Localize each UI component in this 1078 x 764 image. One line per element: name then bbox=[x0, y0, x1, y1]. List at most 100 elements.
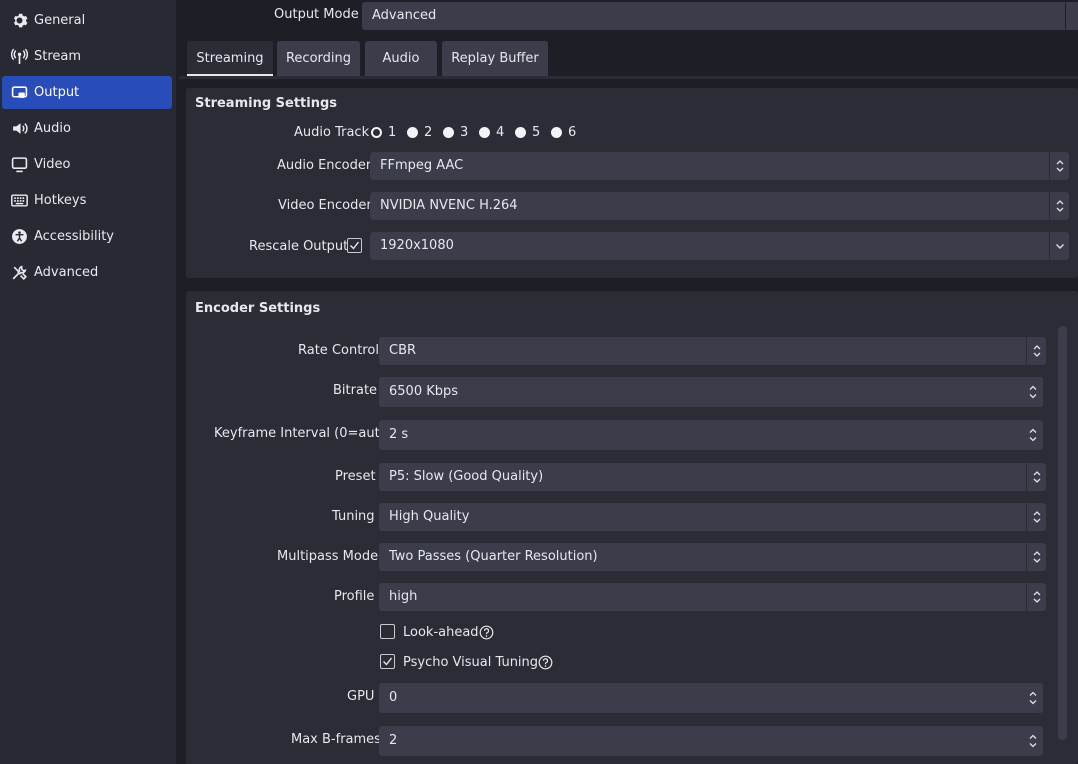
video-encoder-value: NVIDIA NVENC H.264 bbox=[380, 198, 518, 213]
tab-recording[interactable]: Recording bbox=[277, 41, 360, 76]
updown-arrows-icon bbox=[1026, 503, 1046, 531]
bitrate-spinbox[interactable]: 6500 Kbps bbox=[379, 377, 1043, 407]
max-bframes-label: Max B-frames bbox=[291, 732, 381, 747]
updown-arrows-icon bbox=[1026, 463, 1046, 491]
spin-arrows-icon[interactable] bbox=[1023, 377, 1043, 405]
sidebar-item-video[interactable]: Video bbox=[2, 148, 172, 181]
sidebar-item-audio[interactable]: Audio bbox=[2, 112, 172, 145]
tab-audio[interactable]: Audio bbox=[365, 41, 437, 76]
rate-control-value: CBR bbox=[389, 343, 417, 358]
spin-arrows-icon[interactable] bbox=[1023, 683, 1043, 711]
accessibility-icon bbox=[12, 229, 27, 244]
tools-icon bbox=[12, 265, 28, 281]
audio-track-3-label: 3 bbox=[460, 125, 469, 140]
audio-track-3[interactable]: 3 bbox=[443, 125, 468, 140]
audio-track-6[interactable]: 6 bbox=[551, 125, 576, 140]
tab-replay-buffer[interactable]: Replay Buffer bbox=[442, 41, 548, 76]
bitrate-value: 6500 Kbps bbox=[389, 384, 459, 399]
output-mode-label: Output Mode bbox=[274, 7, 359, 22]
video-encoder-select[interactable]: NVIDIA NVENC H.264 bbox=[370, 192, 1069, 220]
rescale-output-checkbox[interactable] bbox=[347, 238, 362, 253]
sidebar-label-stream: Stream bbox=[34, 49, 82, 64]
rate-control-label: Rate Control bbox=[298, 343, 379, 358]
multipass-mode-select[interactable]: Two Passes (Quarter Resolution) bbox=[379, 543, 1046, 571]
checkmark-icon bbox=[350, 241, 360, 250]
tuning-select[interactable]: High Quality bbox=[379, 503, 1046, 531]
output-mode-arrows[interactable] bbox=[1065, 2, 1078, 30]
preset-value: P5: Slow (Good Quality) bbox=[389, 469, 544, 484]
profile-select[interactable]: high bbox=[379, 583, 1046, 611]
audio-track-4[interactable]: 4 bbox=[479, 125, 504, 140]
tuning-label: Tuning bbox=[332, 509, 375, 524]
radio-icon bbox=[443, 127, 454, 138]
spin-arrows-icon[interactable] bbox=[1023, 726, 1043, 754]
updown-arrows-icon bbox=[1026, 337, 1046, 365]
tab-underline-bar bbox=[179, 76, 1078, 79]
profile-value: high bbox=[389, 589, 418, 604]
keyframe-interval-value: 2 s bbox=[389, 427, 409, 442]
output-mode-select[interactable]: Advanced bbox=[362, 2, 1067, 30]
settings-sidebar: General Stream Output Audio Video Hotkey… bbox=[0, 0, 176, 764]
sidebar-item-hotkeys[interactable]: Hotkeys bbox=[2, 184, 172, 217]
radio-icon bbox=[551, 127, 562, 138]
multipass-mode-value: Two Passes (Quarter Resolution) bbox=[389, 549, 598, 564]
sidebar-item-general[interactable]: General bbox=[2, 4, 172, 37]
rescale-output-label: Rescale Output bbox=[249, 239, 349, 254]
sidebar-item-advanced[interactable]: Advanced bbox=[2, 256, 172, 289]
audio-track-5[interactable]: 5 bbox=[515, 125, 540, 140]
audio-track-1[interactable]: 1 bbox=[371, 125, 396, 140]
updown-arrows-icon bbox=[1049, 152, 1069, 180]
sidebar-item-stream[interactable]: Stream bbox=[2, 40, 172, 73]
help-icon[interactable] bbox=[479, 625, 494, 640]
output-settings-page: Output Mode Advanced Streaming Recording… bbox=[179, 0, 1078, 764]
audio-encoder-select[interactable]: FFmpeg AAC bbox=[370, 152, 1069, 180]
audio-encoder-value: FFmpeg AAC bbox=[380, 158, 464, 173]
multipass-mode-label: Multipass Mode bbox=[277, 549, 379, 564]
audio-track-4-label: 4 bbox=[496, 125, 505, 140]
sidebar-label-audio: Audio bbox=[34, 121, 71, 136]
audio-track-5-label: 5 bbox=[532, 125, 541, 140]
look-ahead-label: Look-ahead bbox=[403, 625, 479, 640]
preset-select[interactable]: P5: Slow (Good Quality) bbox=[379, 463, 1046, 491]
speaker-icon bbox=[13, 123, 28, 134]
sidebar-label-general: General bbox=[34, 13, 86, 28]
sidebar-item-accessibility[interactable]: Accessibility bbox=[2, 220, 172, 253]
rate-control-select[interactable]: CBR bbox=[379, 337, 1046, 365]
gpu-value: 0 bbox=[389, 690, 398, 705]
sidebar-label-video: Video bbox=[34, 157, 71, 172]
audio-track-2-label: 2 bbox=[424, 125, 433, 140]
encoder-scrollbar[interactable] bbox=[1058, 326, 1067, 740]
max-bframes-spinbox[interactable]: 2 bbox=[379, 726, 1043, 756]
audio-track-2[interactable]: 2 bbox=[407, 125, 432, 140]
checkmark-icon bbox=[383, 657, 393, 666]
output-mode-value: Advanced bbox=[372, 8, 437, 23]
keyboard-icon bbox=[11, 194, 28, 207]
look-ahead-checkbox[interactable] bbox=[380, 624, 395, 639]
antenna-icon bbox=[11, 48, 28, 64]
gear-icon bbox=[13, 13, 28, 28]
sidebar-label-advanced: Advanced bbox=[34, 265, 99, 280]
bitrate-label: Bitrate bbox=[333, 383, 378, 398]
chevron-down-icon bbox=[1049, 232, 1069, 260]
help-icon[interactable] bbox=[538, 655, 553, 670]
spin-arrows-icon[interactable] bbox=[1023, 420, 1043, 448]
rescale-output-select[interactable]: 1920x1080 bbox=[370, 232, 1069, 260]
radio-icon bbox=[515, 127, 526, 138]
max-bframes-value: 2 bbox=[389, 733, 398, 748]
updown-arrows-icon bbox=[1026, 583, 1046, 611]
output-icon bbox=[11, 86, 28, 98]
radio-selected-icon bbox=[371, 127, 382, 138]
tuning-value: High Quality bbox=[389, 509, 470, 524]
encoder-settings-title: Encoder Settings bbox=[195, 301, 321, 316]
preset-label: Preset bbox=[335, 469, 376, 484]
gpu-spinbox[interactable]: 0 bbox=[379, 683, 1043, 713]
psycho-visual-tuning-label: Psycho Visual Tuning bbox=[403, 655, 539, 670]
sidebar-item-output[interactable]: Output bbox=[2, 76, 172, 109]
tab-streaming[interactable]: Streaming bbox=[187, 41, 273, 76]
streaming-settings-title: Streaming Settings bbox=[195, 96, 338, 111]
psycho-visual-tuning-checkbox[interactable] bbox=[380, 654, 395, 669]
keyframe-interval-spinbox[interactable]: 2 s bbox=[379, 420, 1043, 450]
sidebar-label-accessibility: Accessibility bbox=[34, 229, 114, 244]
profile-label: Profile bbox=[334, 589, 375, 604]
audio-track-6-label: 6 bbox=[568, 125, 577, 140]
